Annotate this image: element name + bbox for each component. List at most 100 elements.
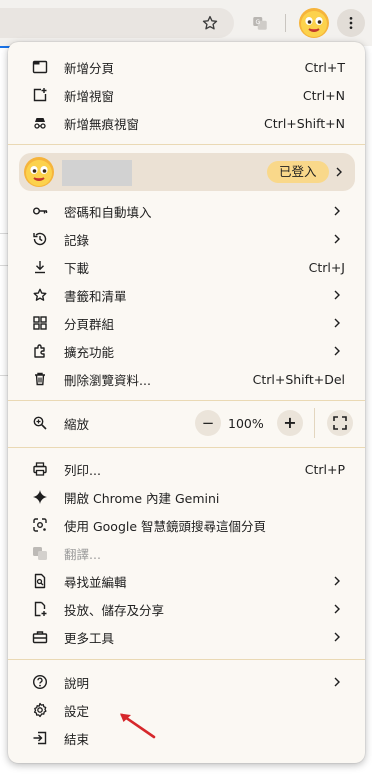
chevron-right-icon <box>334 604 340 614</box>
menu-item-shortcut: Ctrl+Shift+N <box>264 115 345 131</box>
menu-item-label: 說明 <box>64 675 90 691</box>
menu-item-label: 列印... <box>64 462 101 478</box>
key-icon <box>32 203 48 219</box>
chevron-right-icon <box>336 167 342 177</box>
zoom-divider <box>314 408 315 438</box>
annotation-arrow-icon <box>120 713 156 739</box>
menu-separator <box>8 400 365 401</box>
new-window-icon <box>32 87 48 103</box>
menu-item-label: 更多工具 <box>64 630 115 646</box>
menu-item-new-tab[interactable]: 新增分頁 Ctrl+T <box>8 53 365 81</box>
menu-item-label: 記錄 <box>64 232 90 248</box>
menu-item-label: 結束 <box>64 731 90 747</box>
toolbox-icon <box>32 629 48 645</box>
profile-name-redacted <box>62 160 132 186</box>
menu-item-label: 新增分頁 <box>64 60 115 76</box>
avatar-emoji-icon <box>23 156 55 188</box>
settings-gear-icon <box>32 702 48 718</box>
browser-toolbar: G <box>0 0 372 46</box>
find-edit-icon <box>32 573 48 589</box>
new-tab-icon <box>32 59 48 75</box>
history-icon <box>32 231 48 247</box>
chevron-right-icon <box>334 346 340 356</box>
menu-item-shortcut: Ctrl+P <box>304 461 345 477</box>
menu-item-label: 刪除瀏覽資料... <box>64 372 151 388</box>
menu-item-label: 翻譯... <box>64 546 101 562</box>
profile-row[interactable]: 已登入 <box>19 153 355 191</box>
menu-item-downloads[interactable]: 下載 Ctrl+J <box>8 253 365 281</box>
menu-item-cast-save-share[interactable]: 投放、儲存及分享 <box>8 595 365 623</box>
menu-item-extensions[interactable]: 擴充功能 <box>8 337 365 365</box>
chevron-right-icon <box>334 234 340 244</box>
menu-separator <box>8 144 365 145</box>
menu-item-label: 開啟 Chrome 內建 Gemini <box>64 490 220 506</box>
chevron-right-icon <box>334 290 340 300</box>
menu-item-bookmarks[interactable]: 書籤和清單 <box>8 281 365 309</box>
menu-item-label: 下載 <box>64 260 90 276</box>
menu-item-label: 投放、儲存及分享 <box>64 602 165 618</box>
menu-item-exit[interactable]: 結束 <box>8 724 365 752</box>
menu-item-shortcut: Ctrl+N <box>302 87 345 103</box>
menu-item-print[interactable]: 列印... Ctrl+P <box>8 455 365 483</box>
menu-item-shortcut: Ctrl+Shift+Del <box>252 371 345 387</box>
more-vert-icon[interactable] <box>337 9 365 37</box>
translate-icon <box>32 545 48 561</box>
chrome-main-menu: 新增分頁 Ctrl+T 新增視窗 Ctrl+N 新增無痕視窗 Ctrl+Shif… <box>8 42 365 763</box>
chevron-right-icon <box>334 677 340 687</box>
menu-item-label: 新增視窗 <box>64 88 115 104</box>
incognito-icon <box>32 115 48 131</box>
chevron-right-icon <box>334 576 340 586</box>
menu-item-shortcut: Ctrl+J <box>308 259 345 275</box>
menu-item-label: 分頁群組 <box>64 316 115 332</box>
trash-icon <box>32 371 48 387</box>
minus-icon: − <box>201 413 215 432</box>
menu-item-incognito[interactable]: 新增無痕視窗 Ctrl+Shift+N <box>8 109 365 137</box>
menu-separator <box>8 659 365 660</box>
menu-item-label: 密碼和自動填入 <box>64 204 152 220</box>
menu-item-google-lens[interactable]: 使用 Google 智慧鏡頭搜尋這個分頁 <box>8 511 365 539</box>
menu-item-history[interactable]: 記錄 <box>8 225 365 253</box>
menu-item-zoom: 縮放 <box>8 409 365 437</box>
zoom-label: 縮放 <box>64 416 90 432</box>
menu-item-label: 書籤和清單 <box>64 288 127 304</box>
chevron-right-icon <box>334 318 340 328</box>
menu-item-label: 尋找並編輯 <box>64 574 127 590</box>
menu-item-settings[interactable]: 設定 <box>8 696 365 724</box>
menu-item-find-edit[interactable]: 尋找並編輯 <box>8 567 365 595</box>
menu-item-new-window[interactable]: 新增視窗 Ctrl+N <box>8 81 365 109</box>
menu-item-label: 設定 <box>64 703 90 719</box>
extension-icon <box>32 343 48 359</box>
menu-item-shortcut: Ctrl+T <box>304 59 345 75</box>
tab-groups-icon <box>32 315 48 331</box>
menu-item-translate[interactable]: 翻譯... <box>8 539 365 567</box>
cast-save-share-icon <box>32 601 48 617</box>
translate-icon[interactable]: G <box>246 9 274 37</box>
exit-icon <box>32 730 48 746</box>
download-icon <box>32 259 48 275</box>
menu-item-tab-groups[interactable]: 分頁群組 <box>8 309 365 337</box>
menu-item-label: 新增無痕視窗 <box>64 116 140 132</box>
menu-item-gemini[interactable]: 開啟 Chrome 內建 Gemini <box>8 483 365 511</box>
menu-item-passwords[interactable]: 密碼和自動填入 <box>8 197 365 225</box>
help-icon <box>32 674 48 690</box>
zoom-level-value: 100% <box>228 416 264 431</box>
profile-avatar-icon[interactable] <box>298 7 330 39</box>
print-icon <box>32 461 48 477</box>
menu-item-help[interactable]: 說明 <box>8 668 365 696</box>
star-icon <box>32 287 48 303</box>
menu-item-more-tools[interactable]: 更多工具 <box>8 623 365 651</box>
chevron-right-icon <box>334 206 340 216</box>
menu-separator <box>8 447 365 448</box>
gemini-sparkle-icon <box>32 489 48 505</box>
bookmark-star-icon[interactable] <box>196 9 224 37</box>
signin-status-badge: 已登入 <box>267 161 329 183</box>
menu-item-clear-data[interactable]: 刪除瀏覽資料... Ctrl+Shift+Del <box>8 365 365 393</box>
zoom-icon <box>32 415 48 431</box>
svg-text:G: G <box>256 19 261 26</box>
menu-item-label: 擴充功能 <box>64 344 115 360</box>
fullscreen-button[interactable] <box>327 410 353 436</box>
google-lens-icon <box>32 517 48 533</box>
zoom-in-button[interactable]: + <box>277 410 303 436</box>
zoom-out-button[interactable]: − <box>195 410 221 436</box>
menu-item-label: 使用 Google 智慧鏡頭搜尋這個分頁 <box>64 518 267 534</box>
